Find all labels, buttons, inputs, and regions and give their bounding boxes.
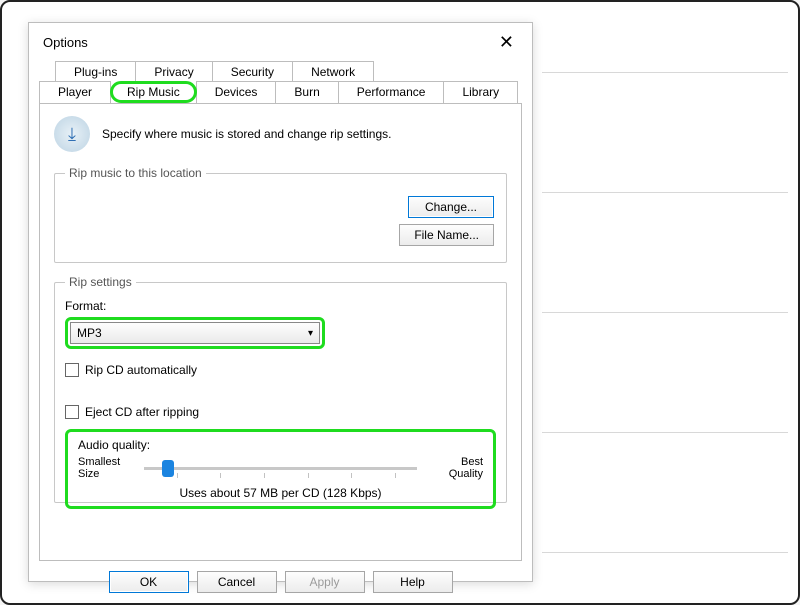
dialog-footer: OK Cancel Apply Help bbox=[29, 561, 532, 603]
bg-grid-line bbox=[542, 552, 788, 553]
bg-grid-line bbox=[542, 192, 788, 193]
bg-grid-line bbox=[542, 72, 788, 73]
audio-quality-label: Audio quality: bbox=[78, 438, 483, 452]
tab-devices[interactable]: Devices bbox=[196, 81, 277, 103]
apply-button[interactable]: Apply bbox=[285, 571, 365, 593]
tab-content: ⤓ Specify where music is stored and chan… bbox=[39, 103, 522, 561]
format-value: MP3 bbox=[77, 326, 102, 340]
tab-rip-music[interactable]: Rip Music bbox=[110, 81, 197, 103]
format-label: Format: bbox=[65, 299, 496, 313]
auto-rip-label: Rip CD automatically bbox=[85, 363, 197, 377]
rip-settings-legend: Rip settings bbox=[65, 275, 136, 289]
titlebar: Options ✕ bbox=[29, 23, 532, 61]
auto-rip-checkbox[interactable] bbox=[65, 363, 79, 377]
slider-thumb[interactable] bbox=[162, 460, 174, 477]
bg-grid-line bbox=[542, 432, 788, 433]
rip-music-icon: ⤓ bbox=[54, 116, 90, 152]
intro-row: ⤓ Specify where music is stored and chan… bbox=[54, 116, 507, 152]
cancel-button[interactable]: Cancel bbox=[197, 571, 277, 593]
eject-label: Eject CD after ripping bbox=[85, 405, 199, 419]
dialog-title: Options bbox=[43, 35, 88, 50]
tab-performance[interactable]: Performance bbox=[338, 81, 445, 103]
tab-row-bottom: Player Rip Music Devices Burn Performanc… bbox=[39, 81, 522, 103]
tab-library[interactable]: Library bbox=[443, 81, 518, 103]
rip-location-legend: Rip music to this location bbox=[65, 166, 206, 180]
tab-network[interactable]: Network bbox=[292, 61, 374, 82]
tab-security[interactable]: Security bbox=[212, 61, 293, 82]
smallest-size-label: Smallest Size bbox=[78, 456, 134, 480]
quality-slider[interactable] bbox=[144, 467, 417, 470]
intro-text: Specify where music is stored and change… bbox=[102, 127, 391, 141]
ok-button[interactable]: OK bbox=[109, 571, 189, 593]
best-quality-label: Best Quality bbox=[427, 456, 483, 480]
tab-player[interactable]: Player bbox=[39, 81, 111, 103]
help-button[interactable]: Help bbox=[373, 571, 453, 593]
chevron-down-icon: ▾ bbox=[308, 328, 313, 339]
tab-privacy[interactable]: Privacy bbox=[135, 61, 212, 82]
options-dialog: Options ✕ Plug-ins Privacy Security Netw… bbox=[28, 22, 533, 582]
file-name-button[interactable]: File Name... bbox=[399, 224, 494, 246]
format-highlight: MP3 ▾ bbox=[65, 317, 325, 349]
eject-row: Eject CD after ripping bbox=[65, 405, 496, 419]
tab-burn[interactable]: Burn bbox=[275, 81, 338, 103]
format-select[interactable]: MP3 ▾ bbox=[70, 322, 320, 344]
eject-checkbox[interactable] bbox=[65, 405, 79, 419]
close-button[interactable]: ✕ bbox=[491, 31, 522, 53]
rip-settings-group: Rip settings Format: MP3 ▾ Rip CD automa… bbox=[54, 275, 507, 503]
rip-location-group: Rip music to this location Change... Fil… bbox=[54, 166, 507, 263]
quality-caption: Uses about 57 MB per CD (128 Kbps) bbox=[78, 486, 483, 500]
tab-strip: Plug-ins Privacy Security Network Player… bbox=[29, 61, 532, 103]
tab-plugins[interactable]: Plug-ins bbox=[55, 61, 136, 82]
audio-quality-highlight: Audio quality: Smallest Size Best Qualit… bbox=[65, 429, 496, 509]
bg-grid-line bbox=[542, 312, 788, 313]
auto-rip-row: Rip CD automatically bbox=[65, 363, 496, 377]
quality-slider-row: Smallest Size Best Quality bbox=[78, 456, 483, 480]
tab-row-top: Plug-ins Privacy Security Network bbox=[55, 61, 522, 82]
change-location-button[interactable]: Change... bbox=[408, 196, 494, 218]
